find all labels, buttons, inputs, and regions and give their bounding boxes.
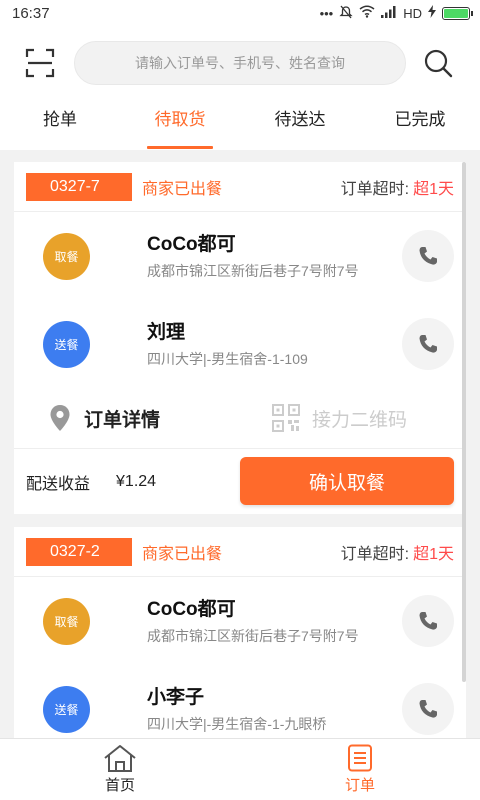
merchant-status: 商家已出餐 [142,180,223,198]
timeout-value: 超1天 [413,180,454,198]
order-tabs: 抢单 待取货 待送达 已完成 [0,100,480,150]
scrollbar[interactable] [462,162,466,682]
confirm-pickup-button[interactable]: 确认取餐 [240,457,454,505]
search-input[interactable] [75,55,405,71]
tab-pending-pickup[interactable]: 待取货 [120,100,240,150]
timeout-value: 超1天 [413,545,454,563]
order-card: 0327-2 商家已出餐 订单超时: 超1天 取餐 CoCo都可 成都市锦江区新街… [14,527,466,738]
merchant-name: CoCo都可 [147,598,236,620]
phone-icon [419,700,437,718]
order-timeout: 订单超时: 超1天 [341,540,454,564]
call-merchant-button[interactable] [402,230,454,282]
order-card-header: 0327-7 商家已出餐 订单超时: 超1天 [14,162,466,212]
call-customer-button[interactable] [402,318,454,370]
merchant-name: CoCo都可 [147,233,236,255]
timeout-label: 订单超时: [340,180,410,198]
battery-icon [442,6,473,20]
merchant-address: 成都市锦江区新街后巷子7号附7号 [147,262,359,279]
nav-orders-label: 订单 [344,777,375,794]
relay-qr-button[interactable]: 接力二维码 [272,404,407,432]
wifi-icon [359,5,375,21]
orders-icon [348,744,372,772]
merchant-status: 商家已出餐 [142,545,223,563]
earning-value: ¥1.24 [116,472,157,490]
delivery-row: 送餐 刘理 四川大学|-男生宿舍-1-109 [14,300,466,388]
order-footer: 配送收益 ¥1.24 确认取餐 [14,448,466,514]
status-bar: 16:37 ••• HD [0,0,480,26]
mute-icon [339,5,353,22]
pickup-badge: 取餐 [43,597,90,645]
phone-icon [419,335,437,353]
search-icon [424,49,453,78]
pickup-info: CoCo都可 成都市锦江区新街后巷子7号附7号 [147,232,359,281]
tab-grab-orders[interactable]: 抢单 [0,100,120,150]
scan-button[interactable] [20,43,60,83]
signal-icon [381,5,397,21]
pickup-row: 取餐 CoCo都可 成都市锦江区新街后巷子7号附7号 [14,577,466,665]
call-merchant-button[interactable] [402,595,454,647]
home-icon [104,745,136,772]
location-pin-icon [50,405,70,431]
nav-home-label: 首页 [104,777,135,794]
pickup-row: 取餐 CoCo都可 成都市锦江区新街后巷子7号附7号 [14,212,466,300]
delivery-badge: 送餐 [43,320,90,368]
order-timeout: 订单超时: 超1天 [341,175,454,199]
call-customer-button[interactable] [402,683,454,735]
phone-icon [419,247,437,265]
pickup-badge: 取餐 [43,232,90,280]
nav-orders[interactable]: 订单 [240,739,480,800]
order-detail-link[interactable]: 订单详情 [84,405,160,432]
delivery-row: 送餐 小李子 四川大学|-男生宿舍-1-九眼桥 [14,665,466,738]
customer-address: 四川大学|-男生宿舍-1-109 [147,350,308,367]
order-card: 0327-7 商家已出餐 订单超时: 超1天 取餐 CoCo都可 成都市锦江区新街… [14,162,466,514]
charging-icon [428,5,436,21]
order-number-tag: 0327-2 [26,537,132,566]
customer-name: 小李子 [147,686,205,708]
qr-code-icon [272,404,300,432]
more-dots: ••• [319,5,334,21]
search-header [0,26,480,100]
order-card-header: 0327-2 商家已出餐 订单超时: 超1天 [14,527,466,577]
status-icons: ••• HD [319,5,473,22]
bottom-nav: 首页 订单 [0,738,480,800]
relay-qr-label: 接力二维码 [312,409,408,431]
scan-icon [25,48,55,78]
nav-home[interactable]: 首页 [0,739,240,800]
pickup-info: CoCo都可 成都市锦江区新街后巷子7号附7号 [147,597,359,646]
search-button[interactable] [420,45,456,81]
phone-icon [419,612,437,630]
search-box[interactable] [74,41,406,85]
order-list[interactable]: 0327-7 商家已出餐 订单超时: 超1天 取餐 CoCo都可 成都市锦江区新街… [0,150,480,738]
delivery-info: 小李子 四川大学|-男生宿舍-1-九眼桥 [147,685,326,734]
delivery-badge: 送餐 [43,685,90,733]
earning-label: 配送收益 [26,475,91,493]
customer-address: 四川大学|-男生宿舍-1-九眼桥 [147,715,327,732]
delivery-info: 刘理 四川大学|-男生宿舍-1-109 [147,320,308,369]
tab-pending-delivery[interactable]: 待送达 [240,100,360,150]
merchant-address: 成都市锦江区新街后巷子7号附7号 [147,627,359,644]
customer-name: 刘理 [147,321,186,343]
order-detail-row: 订单详情 接力二维码 [14,388,466,448]
order-number-tag: 0327-7 [26,172,132,201]
status-time: 16:37 [12,4,50,22]
tab-completed[interactable]: 已完成 [360,100,480,150]
network-label: HD [403,5,422,21]
timeout-label: 订单超时: [340,545,410,563]
